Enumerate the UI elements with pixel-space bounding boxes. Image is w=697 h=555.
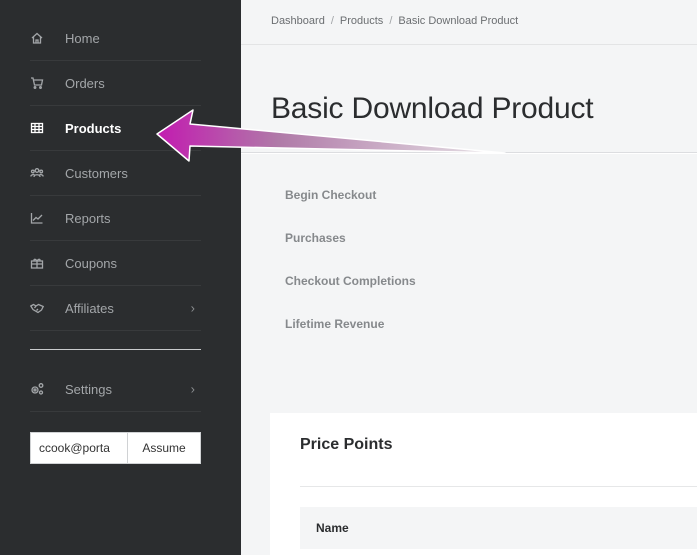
breadcrumb-separator: / [389,15,393,27]
page-title: Basic Download Product [271,92,594,125]
sidebar-item-label: Coupons [65,255,118,271]
stat-begin-checkout: Begin Checkout [285,188,377,202]
sidebar-item-customers[interactable]: Customers [30,151,201,196]
table-header: Name [300,507,697,549]
handshake-icon [30,301,44,315]
breadcrumb: Dashboard / Products / Basic Download Produc… [271,15,518,27]
chevron-right-icon: › [190,300,195,316]
home-icon [30,31,44,45]
page-header: Basic Download Product [241,45,697,153]
sidebar: Home Orders Products Customers Reports C… [0,0,241,555]
sidebar-item-label: Settings [65,381,112,397]
breadcrumb-products[interactable]: Products [340,15,383,27]
sidebar-item-coupons[interactable]: Coupons [30,241,201,286]
sidebar-item-reports[interactable]: Reports [30,196,201,241]
assume-user-input[interactable] [31,433,128,463]
sidebar-item-settings[interactable]: Settings › [30,367,201,412]
users-icon [30,166,44,180]
card-divider [300,486,697,487]
sidebar-item-label: Home [65,30,100,46]
column-header-name[interactable]: Name [316,521,349,535]
price-points-title: Price Points [300,436,393,453]
chart-icon [30,211,44,225]
stat-purchases: Purchases [285,231,346,245]
stat-checkout-completions: Checkout Completions [285,274,416,288]
sidebar-item-home[interactable]: Home [30,16,201,61]
assume-button[interactable]: Assume [128,433,200,463]
breadcrumb-dashboard[interactable]: Dashboard [271,15,325,27]
chevron-right-icon: › [190,381,195,397]
topbar: Dashboard / Products / Basic Download Produc… [241,0,697,45]
sidebar-item-orders[interactable]: Orders [30,61,201,106]
stat-lifetime-revenue: Lifetime Revenue [285,317,385,331]
assume-user-form: Assume [30,432,201,464]
breadcrumb-separator: / [330,15,334,27]
sidebar-item-affiliates[interactable]: Affiliates › [30,286,201,331]
sidebar-item-products[interactable]: Products [30,106,201,151]
gift-icon [30,256,44,270]
price-points-card: Price Points Name [270,413,697,555]
sidebar-item-label: Affiliates [65,300,114,316]
gears-icon [30,382,44,396]
sidebar-item-label: Customers [65,165,128,181]
sidebar-item-label: Reports [65,210,111,226]
sidebar-item-label: Orders [65,75,105,91]
cart-icon [30,76,44,90]
sidebar-divider [30,349,201,350]
grid-icon [30,121,44,135]
sidebar-item-label: Products [65,120,122,136]
breadcrumb-current: Basic Download Product [398,15,519,27]
